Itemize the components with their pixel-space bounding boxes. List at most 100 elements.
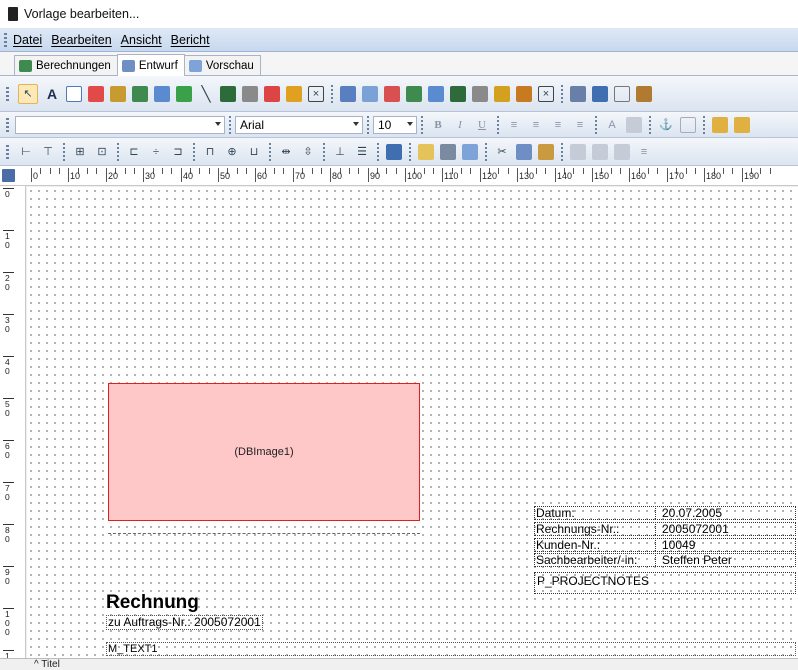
align-right-icon[interactable]: ⊐ <box>170 144 186 160</box>
tab-berechnungen[interactable]: Berechnungen <box>14 55 118 75</box>
ruler-label: 1 0 <box>5 231 10 250</box>
info-row-sachbearbeiter[interactable]: Sachbearbeiter/-in: Steffen Peter <box>534 553 796 567</box>
send-to-back-icon[interactable] <box>734 116 750 133</box>
order-number-field[interactable]: zu Auftrags-Nr.: 2005072001 <box>106 615 263 630</box>
project-notes-field[interactable]: P_PROJECTNOTES <box>534 572 796 594</box>
align-left-icon[interactable]: ⊏ <box>126 144 142 160</box>
image-tool-icon[interactable] <box>154 85 170 102</box>
align-top-icon[interactable]: ⊓ <box>202 144 218 160</box>
dbcalc-tool-icon[interactable] <box>406 85 422 102</box>
toolbar-grip[interactable] <box>6 144 9 159</box>
dbcrosstab-tool-icon[interactable] <box>516 85 532 102</box>
line-width-icon[interactable] <box>614 143 630 160</box>
line-color-icon[interactable] <box>592 143 608 160</box>
dbimage-tool-icon[interactable] <box>428 85 444 102</box>
print-preview-icon[interactable] <box>462 143 478 160</box>
center-vertical-icon[interactable]: ⊕ <box>224 144 240 160</box>
fill-color-icon[interactable] <box>570 143 586 160</box>
dbcheckbox-tool-icon[interactable] <box>472 85 488 102</box>
space-vertical-icon[interactable]: ⇳ <box>300 144 316 160</box>
align-center-icon[interactable]: ≡ <box>528 117 544 133</box>
pointer-tool-icon[interactable]: ↖ <box>18 83 38 104</box>
dbmemo-tool-icon[interactable] <box>362 85 378 102</box>
font-name-dropdown[interactable]: Arial <box>235 115 363 134</box>
variable-tool-icon[interactable] <box>132 85 148 102</box>
ruler-minor-tick <box>40 168 41 174</box>
tab-vorschau[interactable]: Vorschau <box>183 55 261 75</box>
checkbox-tool-icon[interactable] <box>242 85 258 102</box>
font-size-dropdown[interactable]: 10 <box>373 115 417 134</box>
menu-bearbeiten[interactable]: Bearbeiten <box>51 33 111 47</box>
invoice-heading[interactable]: Rechnung <box>106 592 199 614</box>
nudge-icon[interactable]: ⊞ <box>72 144 88 160</box>
ruler-major-tick <box>517 168 518 182</box>
paste-icon[interactable] <box>538 143 554 160</box>
ruler-label: 50 <box>220 171 231 181</box>
underline-icon[interactable]: U <box>474 117 490 133</box>
bring-to-front-icon[interactable] <box>712 116 728 133</box>
subreport-tool-icon[interactable]: × <box>538 85 554 102</box>
frame-icon[interactable] <box>680 116 696 133</box>
space-horizontal-icon[interactable]: ⇹ <box>278 144 294 160</box>
line-tool-icon[interactable]: ╲ <box>198 86 214 103</box>
open-icon[interactable] <box>418 143 434 160</box>
save-icon[interactable] <box>386 143 402 160</box>
align-left-edges-icon[interactable]: ⊢ <box>18 144 34 160</box>
align-top-edges-icon[interactable]: ⊤ <box>40 144 56 160</box>
page-break-tool-icon[interactable] <box>614 85 630 102</box>
menu-ansicht[interactable]: Ansicht <box>121 33 162 47</box>
shape-tool-icon[interactable] <box>176 85 192 102</box>
ruler-major-tick <box>555 168 556 182</box>
toolbar-grip[interactable] <box>6 117 9 132</box>
ruler-options-icon[interactable] <box>2 169 15 182</box>
align-right-icon[interactable]: ≡ <box>550 117 566 133</box>
info-row-datum[interactable]: Datum: 20.07.2005 <box>534 506 796 520</box>
component-selector-dropdown[interactable] <box>15 115 225 134</box>
dbchart-tool-icon[interactable] <box>494 85 510 102</box>
anchor-icon[interactable]: ⚓ <box>658 117 674 133</box>
crosstab-tool-icon[interactable] <box>286 85 302 102</box>
info-row-kunden-nr[interactable]: Kunden-Nr.: 10049 <box>534 538 796 552</box>
print-icon[interactable] <box>440 143 456 160</box>
dbrichtext-tool-icon[interactable] <box>384 85 400 102</box>
grid-tool-icon[interactable] <box>592 85 608 102</box>
menu-bericht[interactable]: Bericht <box>171 33 210 47</box>
barcode-tool-icon[interactable] <box>220 85 236 102</box>
horizontal-ruler: 0 10 20 30 40 50 60 70 80 90 100 110 120 130 140 150 160… <box>0 166 798 186</box>
same-height-icon[interactable]: ☰ <box>354 144 370 160</box>
pen-tool-icon[interactable] <box>636 85 652 102</box>
font-color-icon[interactable]: A <box>604 117 620 133</box>
highlight-color-icon[interactable] <box>626 116 642 133</box>
chart-tool-icon[interactable] <box>264 85 280 102</box>
menu-datei[interactable]: Datei <box>13 33 42 47</box>
dbtext-tool-icon[interactable] <box>340 85 356 102</box>
memo-tool-icon[interactable] <box>66 85 82 102</box>
toolbar-grip[interactable] <box>6 86 9 101</box>
ruler-major-tick <box>293 168 294 182</box>
region-tool-icon[interactable]: × <box>308 85 324 102</box>
italic-icon[interactable]: I <box>452 117 468 133</box>
band-label-titel[interactable]: ^ Titel <box>0 658 798 670</box>
center-horizontal-icon[interactable]: ÷ <box>148 144 164 160</box>
cut-icon[interactable]: ✂ <box>494 144 510 160</box>
ruler-minor-tick <box>732 168 733 174</box>
same-width-icon[interactable]: ⊥ <box>332 144 348 160</box>
toolbar-grip[interactable] <box>4 32 7 47</box>
justify-icon[interactable]: ≡ <box>572 117 588 133</box>
align-bottom-icon[interactable]: ⊔ <box>246 144 262 160</box>
rich-text-tool-icon[interactable] <box>88 85 104 102</box>
info-row-rechnungs-nr[interactable]: Rechnungs-Nr.: 2005072001 <box>534 522 796 536</box>
system-variable-tool-icon[interactable] <box>110 85 126 102</box>
m-text-field[interactable]: M_TEXT1 <box>106 642 796 656</box>
label-tool-icon[interactable]: A <box>44 86 60 102</box>
copy-icon[interactable] <box>516 143 532 160</box>
dbbarcode-tool-icon[interactable] <box>450 85 466 102</box>
ruler-label: 8 0 <box>5 525 10 544</box>
grid-snap-icon[interactable]: ⊡ <box>94 144 110 160</box>
tab-entwurf[interactable]: Entwurf <box>116 54 185 76</box>
bold-icon[interactable]: B <box>430 117 446 133</box>
dbimage-component[interactable]: (DBImage1) <box>108 383 420 521</box>
table-tool-icon[interactable] <box>570 85 586 102</box>
line-style-icon[interactable]: ≡ <box>636 144 652 160</box>
align-left-icon[interactable]: ≡ <box>506 117 522 133</box>
